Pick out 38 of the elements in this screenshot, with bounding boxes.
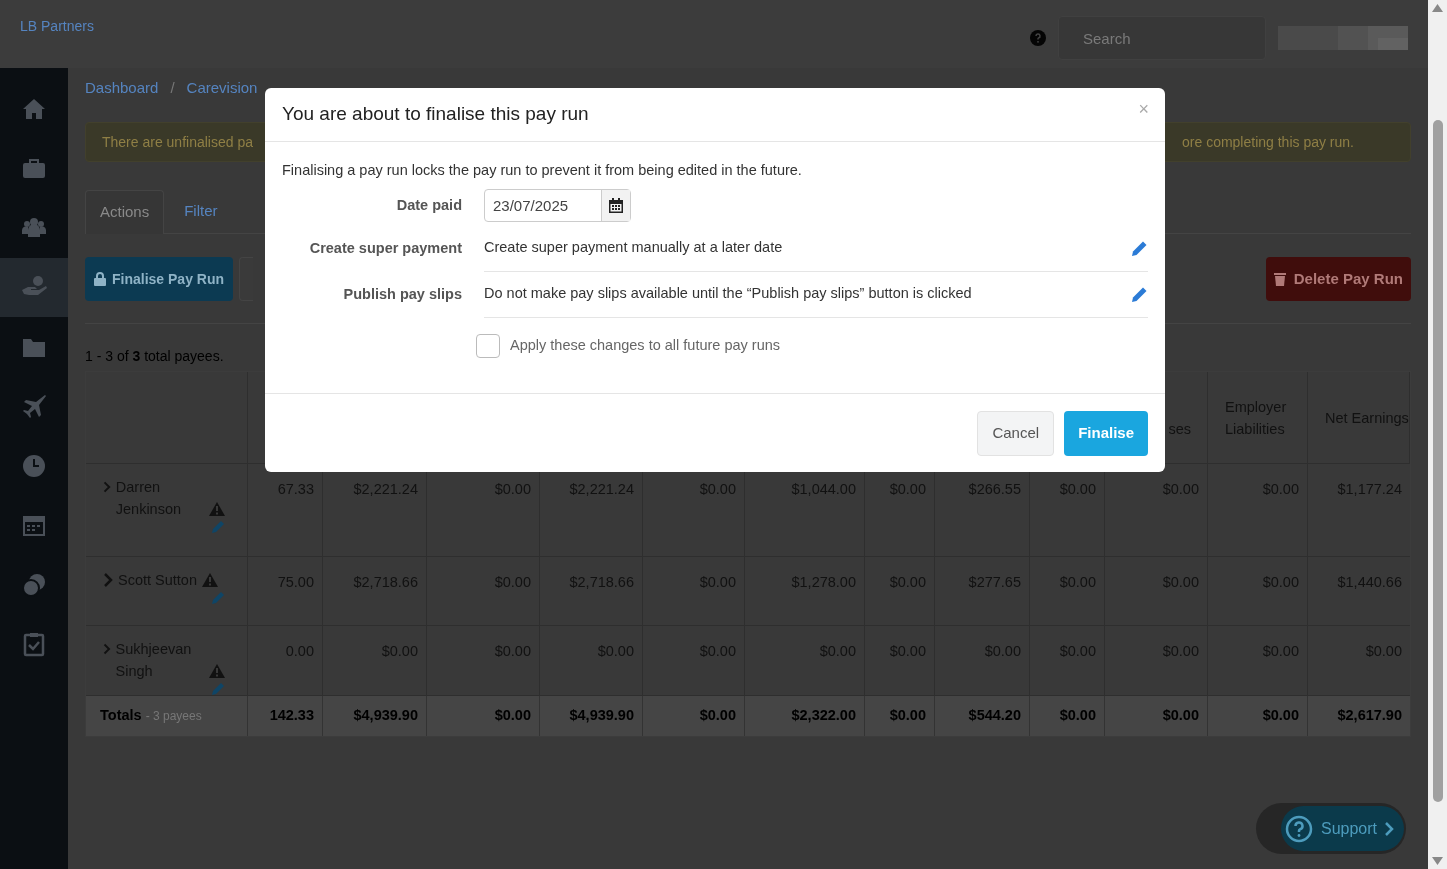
tab[interactable]: Filter xyxy=(168,189,234,233)
field-label: Publish pay slips xyxy=(342,284,462,304)
alert-text: There are unfinalised pa xyxy=(102,132,253,152)
brand-link[interactable]: LB Partners xyxy=(20,16,94,37)
cancel-button[interactable]: Cancel xyxy=(977,410,1055,456)
field-label: Date paid xyxy=(395,195,462,215)
search-field[interactable]: Search xyxy=(1058,16,1266,60)
total-cell-text: $2,617.90 xyxy=(1337,706,1402,726)
total-cell-text: $0.00 xyxy=(699,706,736,726)
total-cell-text: $4,939.90 xyxy=(353,706,418,726)
finalise-button[interactable]: Finalise xyxy=(1064,410,1148,456)
setting-value: Do not make pay slips available until the “Publish pay slips” button is clicked xyxy=(484,284,972,304)
finalise-pay-run-button[interactable]: Finalise Pay Run xyxy=(85,257,234,301)
modal-title: You are about to finalise this pay run xyxy=(282,102,589,127)
total-cell-text: 142.33 xyxy=(269,706,314,726)
tab[interactable]: Actions xyxy=(85,190,165,234)
modal-description: Finalising a pay run locks the pay run to prevent it from being edited in the future. xyxy=(282,161,803,180)
date-field[interactable]: 23/07/2025 xyxy=(484,189,631,223)
total-cell-text: $544.20 xyxy=(968,706,1021,726)
breadcrumb-link[interactable]: Dashboard xyxy=(85,76,159,100)
setting-value: Create super payment manually at a later date xyxy=(484,238,783,258)
total-cell-text: $0.00 xyxy=(889,706,926,726)
total-cell-text: $0.00 xyxy=(1162,706,1199,726)
close-button[interactable]: × xyxy=(1138,100,1149,118)
alert-text: ore completing this pay run. xyxy=(1182,132,1354,152)
total-cell-text: $4,939.90 xyxy=(569,706,634,726)
total-cell-text: $0.00 xyxy=(1059,706,1096,726)
totals-label: Totals xyxy=(100,706,142,726)
field-label: Create super payment xyxy=(308,238,462,258)
total-cell-text: $2,322.00 xyxy=(791,706,856,726)
breadcrumb-separator: / xyxy=(170,77,175,98)
breadcrumb-link[interactable]: Carevision xyxy=(186,76,258,100)
checkbox-label: Apply these changes to all future pay runs xyxy=(510,335,781,355)
support-button[interactable]: Support xyxy=(1280,806,1404,851)
delete-pay-run-button[interactable]: Delete Pay Run xyxy=(1265,257,1411,301)
payee-count: 1 - 3 of 3 total payees. xyxy=(85,347,224,366)
total-cell-text: $0.00 xyxy=(494,706,531,726)
total-cell-text: $0.00 xyxy=(1262,706,1299,726)
